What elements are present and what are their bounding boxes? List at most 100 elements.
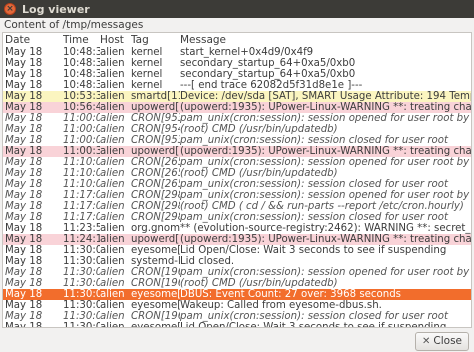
cell-date: May 18 xyxy=(5,168,43,179)
cell-date: May 18 xyxy=(5,245,43,256)
cell-time: 10:48:33 xyxy=(63,47,100,58)
cell-time: 11:17:01 xyxy=(63,190,100,201)
cell-date: May 18 xyxy=(5,278,43,289)
cell-message: start_kernel+0x4d9/0x4f9 xyxy=(180,47,314,58)
cell-host: alien xyxy=(100,201,125,212)
cell-message: Lid Open/Close: Wait 3 seconds to see if… xyxy=(180,322,447,328)
table-row[interactable]: May 18 11:30:02alien eyesome[19DBUS: Event… xyxy=(3,289,471,300)
table-row[interactable]: May 18 11:23:51alien org.gnome.e** (evolut… xyxy=(3,223,471,234)
cell-message: (root) CMD ( cd / && run-parts --report … xyxy=(180,201,464,212)
cell-date: May 18 xyxy=(5,212,43,223)
table-row[interactable]: May 18 11:30:01alien CRON[19635](root) CMD… xyxy=(3,278,471,289)
cell-message: (upowerd:1935): UPower-Linux-WARNING **:… xyxy=(180,146,471,157)
cell-host: alien xyxy=(100,234,125,245)
column-header-date[interactable]: Date xyxy=(3,34,63,46)
table-row[interactable]: May 18 11:17:01alien CRON[29810](root) CMD… xyxy=(3,201,471,212)
cell-message: pam_unix(cron:session): session closed f… xyxy=(180,311,448,322)
table-row[interactable]: May 18 10:48:33alien kernel ---[ end trace … xyxy=(3,80,471,91)
table-row[interactable]: May 18 11:30:02alien CRON[19634]pam_unix(c… xyxy=(3,311,471,322)
cell-date: May 18 xyxy=(5,311,43,322)
cell-time: 11:30:02 xyxy=(63,311,100,322)
table-row[interactable]: May 18 11:30:02alien eyesome[19Wakeup: Cal… xyxy=(3,300,471,311)
cell-date: May 18 xyxy=(5,157,43,168)
cell-time: 11:30:01 xyxy=(63,245,100,256)
cell-time: 10:48:33 xyxy=(63,58,100,69)
cell-time: 11:24:19 xyxy=(63,234,100,245)
cell-tag: smartd[1154 xyxy=(131,91,180,102)
cell-time: 11:00:02 xyxy=(63,135,100,146)
cell-host: alien xyxy=(100,168,125,179)
cell-tag: kernel xyxy=(131,69,163,80)
cell-host: alien xyxy=(100,212,125,223)
table-row[interactable]: May 18 11:10:01alien CRON[26502]pam_unix(c… xyxy=(3,157,471,168)
cell-date: May 18 xyxy=(5,289,43,300)
table-row[interactable]: May 18 11:30:01alien systemd-logiLid close… xyxy=(3,256,471,267)
cell-message: (root) CMD (/usr/bin/updatedb) xyxy=(180,278,338,289)
table-row[interactable]: May 18 10:48:33alien kernel secondary_start… xyxy=(3,69,471,80)
cell-tag: systemd-logi xyxy=(131,256,180,267)
table-row[interactable]: May 18 11:30:01alien CRON[19634]pam_unix(c… xyxy=(3,267,471,278)
cell-message: pam_unix(cron:session): session opened f… xyxy=(180,157,471,168)
table-row[interactable]: May 18 11:00:01alien CRON[953]pam_unix(cro… xyxy=(3,113,471,124)
cell-date: May 18 xyxy=(5,256,43,267)
table-row[interactable]: May 18 11:10:01alien CRON[26503](root) CMD… xyxy=(3,168,471,179)
table-row[interactable]: May 18 11:24:19alien upowerd[19(upowerd:19… xyxy=(3,234,471,245)
cell-host: alien xyxy=(100,91,125,102)
cell-host: alien xyxy=(100,102,125,113)
cell-host: alien xyxy=(100,300,125,311)
table-row[interactable]: May 18 10:48:33alien kernel secondary_start… xyxy=(3,58,471,69)
cell-tag: CRON[29810] xyxy=(131,201,180,212)
column-header-message[interactable]: Message xyxy=(180,34,471,46)
cell-tag: CRON[953] xyxy=(131,113,180,124)
table-header: Date Time Host Tag Message xyxy=(3,33,471,47)
table-row[interactable]: May 18 11:30:01alien eyesome[19Lid Open/Cl… xyxy=(3,245,471,256)
cell-message: pam_unix(cron:session): session opened f… xyxy=(180,113,471,124)
cell-tag: CRON[26503] xyxy=(131,168,180,179)
column-header-tag[interactable]: Tag xyxy=(131,34,180,46)
cell-host: alien xyxy=(100,146,125,157)
table-row[interactable]: May 18 10:56:47alien upowerd[19(upowerd:19… xyxy=(3,102,471,113)
cell-message: (root) CMD (/usr/bin/updatedb) xyxy=(180,168,338,179)
cell-time: 11:10:01 xyxy=(63,168,100,179)
cell-host: alien xyxy=(100,47,125,58)
cell-date: May 18 xyxy=(5,113,43,124)
close-button-label: Close xyxy=(433,335,462,347)
cell-tag: eyesome[19 xyxy=(131,300,180,311)
cell-date: May 18 xyxy=(5,300,43,311)
cell-tag: CRON[19634] xyxy=(131,311,180,322)
table-row[interactable]: May 18 10:53:30alien smartd[1154Device: /d… xyxy=(3,91,471,102)
cell-time: 11:10:02 xyxy=(63,179,100,190)
table-row[interactable]: May 18 11:00:02alien CRON[953]pam_unix(cro… xyxy=(3,135,471,146)
column-header-host[interactable]: Host xyxy=(100,34,131,46)
log-table[interactable]: Date Time Host Tag Message May 18 10:48:3… xyxy=(2,32,472,328)
cell-date: May 18 xyxy=(5,322,43,328)
cell-time: 11:30:01 xyxy=(63,256,100,267)
table-row[interactable]: May 18 11:00:01alien CRON[954](root) CMD (… xyxy=(3,124,471,135)
cell-message: pam_unix(cron:session): session closed f… xyxy=(180,212,448,223)
cell-message: (upowerd:1935): UPower-Linux-WARNING **:… xyxy=(180,234,471,245)
close-button[interactable]: ✕ Close xyxy=(415,331,469,351)
cell-tag: upowerd[19 xyxy=(131,146,180,157)
table-row[interactable]: May 18 11:17:01alien CRON[29809]pam_unix(c… xyxy=(3,212,471,223)
cell-date: May 18 xyxy=(5,47,43,58)
cell-message: DBUS: Event Count: 27 over: 3968 seconds xyxy=(180,289,401,300)
cell-message: Lid closed. xyxy=(180,256,235,267)
table-row[interactable]: May 18 11:30:04alien eyesome[19Lid Open/Cl… xyxy=(3,322,471,328)
cell-date: May 18 xyxy=(5,124,43,135)
table-row[interactable]: May 18 11:00:37alien upowerd[19(upowerd:19… xyxy=(3,146,471,157)
cell-tag: eyesome[19 xyxy=(131,289,180,300)
cell-tag: CRON[953] xyxy=(131,135,180,146)
cell-host: alien xyxy=(100,69,125,80)
cell-host: alien xyxy=(100,179,125,190)
cell-message: (upowerd:1935): UPower-Linux-WARNING **:… xyxy=(180,102,471,113)
table-row[interactable]: May 18 11:10:02alien CRON[26502]pam_unix(c… xyxy=(3,179,471,190)
cell-tag: CRON[19634] xyxy=(131,267,180,278)
cell-host: alien xyxy=(100,190,125,201)
cell-message: (root) CMD (/usr/bin/updatedb) xyxy=(180,124,338,135)
cell-message: Wakeup: Called from eyesome-dbus.sh. xyxy=(180,300,382,311)
column-header-time[interactable]: Time xyxy=(63,34,100,46)
window-close-icon[interactable]: × xyxy=(4,3,16,15)
table-row[interactable]: May 18 10:48:33alien kernel start_kernel+0x… xyxy=(3,47,471,58)
table-row[interactable]: May 18 11:17:01alien CRON[29809]pam_unix(c… xyxy=(3,190,471,201)
cell-date: May 18 xyxy=(5,102,43,113)
